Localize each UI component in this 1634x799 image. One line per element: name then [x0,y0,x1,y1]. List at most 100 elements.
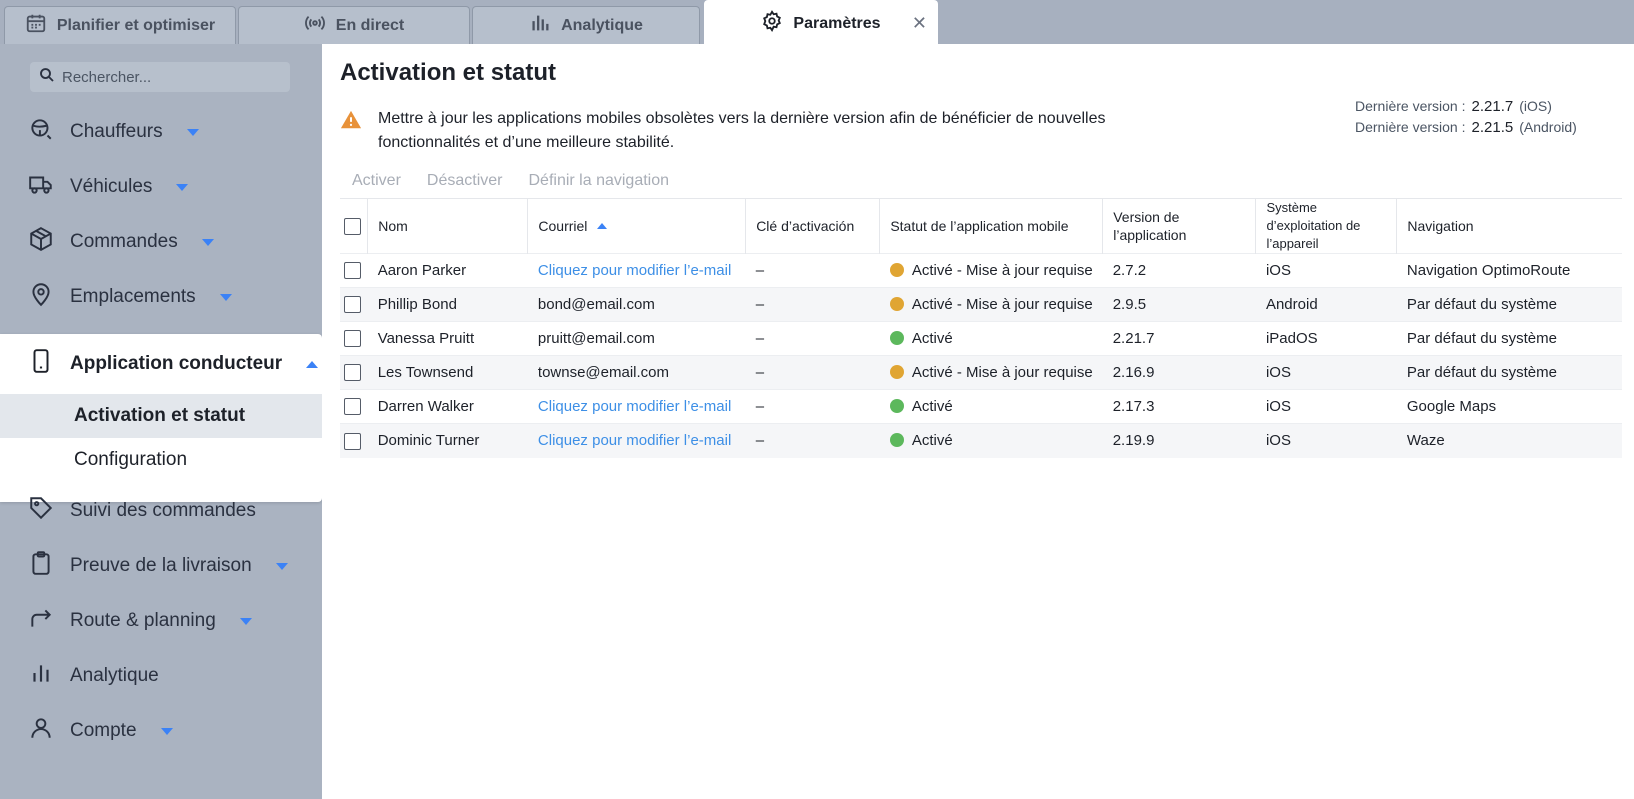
cell-navigation: Navigation OptimoRoute [1396,253,1622,288]
sidebar-item-preuve-livraison[interactable]: Preuve de la livraison [0,546,322,586]
tab-en-direct[interactable]: En direct [238,6,470,44]
chevron-down-icon [239,617,252,625]
sidebar-item-label: Véhicules [70,176,153,197]
status-dot-icon [889,263,904,277]
version-value: 2.21.5 [1471,119,1514,136]
row-checkbox[interactable] [344,262,361,280]
edit-email-link[interactable]: Cliquez pour modifier l’e-mail [527,253,746,288]
row-checkbox[interactable] [344,364,361,382]
page-title: Activation et statut [340,59,557,86]
edit-email-link[interactable]: Cliquez pour modifier l’e-mail [527,423,746,458]
tab-label: Planifier et optimiser [56,16,216,34]
sidebar-subitem-activation[interactable]: Activation et statut [0,394,322,438]
sidebar-group-application-conducteur: Application conducteur Activation et sta… [0,334,322,502]
location-pin-icon [28,281,54,313]
table-row[interactable]: Dominic Turner Cliquez pour modifier l’e-… [340,423,1622,458]
version-ios: Dernière version : 2.21.7 (iOS) [1355,96,1577,117]
cell-activation-key: – [745,321,880,356]
box-icon [28,226,54,258]
tab-label: En direct [335,16,405,34]
sidebar-item-route-planning[interactable]: Route & planning [0,601,322,641]
cell-name: Dominic Turner [367,423,528,458]
sidebar-item-commandes[interactable]: Commandes [0,222,322,262]
row-checkbox[interactable] [344,330,361,348]
cell-email: townse@email.com [527,355,746,390]
cell-activation-key: – [745,355,880,390]
sidebar-item-application-conducteur[interactable]: Application conducteur [0,334,322,394]
cell-name: Darren Walker [367,389,528,424]
column-header-courriel[interactable]: Courriel [527,198,747,254]
sidebar-item-label: Chauffeurs [70,121,163,142]
row-checkbox[interactable] [344,296,361,314]
cell-os: iOS [1255,423,1397,458]
sidebar-item-label: Application conducteur [70,353,283,374]
sidebar-subitem-configuration[interactable]: Configuration [0,438,322,482]
sidebar-item-chauffeurs[interactable]: Chauffeurs [0,112,322,152]
column-header-navigation[interactable]: Navigation [1396,198,1622,254]
sidebar-item-label: Suivi des commandes [70,500,256,521]
select-all-checkbox[interactable] [344,218,361,236]
status-text: Activé - Mise à jour requise [911,262,1093,279]
user-icon [28,715,54,747]
status-dot-icon [889,399,904,413]
cell-status: Activé - Mise à jour requise [879,287,1103,322]
tab-parametres[interactable]: Paramètres ✕ [704,0,938,46]
cell-name: Phillip Bond [367,287,528,322]
cell-email: bond@email.com [527,287,746,322]
column-header-cle[interactable]: Clé d’activación [745,198,881,254]
cell-navigation: Par défaut du système [1396,355,1622,390]
cell-os: iPadOS [1255,321,1397,356]
edit-email-link[interactable]: Cliquez pour modifier l’e-mail [527,389,746,424]
tab-analytique[interactable]: Analytique [472,6,700,44]
activate-button[interactable]: Activer [352,172,401,190]
sidebar-item-vehicules[interactable]: Véhicules [0,167,322,207]
row-checkbox[interactable] [344,432,361,450]
table-row[interactable]: Phillip Bond bond@email.com – Activé - Mise… [340,287,1622,322]
sidebar-item-emplacements[interactable]: Emplacements [0,277,322,317]
cell-activation-key: – [745,389,880,424]
chevron-down-icon [176,183,189,191]
chevron-down-icon [186,128,199,136]
drivers-table: Nom Courriel Clé d’activación Statut de … [340,198,1622,458]
table-body: Aaron Parker Cliquez pour modifier l’e-ma… [340,253,1622,458]
bar-chart-icon [529,12,551,39]
search-input[interactable] [62,68,282,86]
column-header-version[interactable]: Version de l’application [1102,198,1257,254]
row-checkbox-cell [340,423,368,458]
sidebar-item-suivi-commandes[interactable]: Suivi des commandes [0,491,322,531]
bulk-actions: Activer Désactiver Définir la navigation [352,172,669,190]
sidebar-item-analytique[interactable]: Analytique [0,656,322,696]
table-row[interactable]: Les Townsend townse@email.com – Activé - Mi… [340,355,1622,390]
tab-label: Analytique [561,16,643,34]
close-icon[interactable]: ✕ [912,13,927,34]
column-header-os[interactable]: Système d’exploitation de l’appareil [1255,198,1398,254]
row-checkbox-cell [340,389,368,424]
column-header-nom[interactable]: Nom [367,198,529,254]
cell-version: 2.9.5 [1102,287,1256,322]
set-navigation-button[interactable]: Définir la navigation [528,172,669,190]
status-dot-icon [889,365,904,379]
version-android: Dernière version : 2.21.5 (Android) [1355,117,1577,138]
cell-status: Activé - Mise à jour requise [879,253,1103,288]
cell-activation-key: – [745,423,880,458]
row-checkbox-cell [340,287,368,322]
version-label: Dernière version : [1355,98,1466,114]
row-checkbox[interactable] [344,398,361,416]
cell-os: iOS [1255,355,1397,390]
cell-version: 2.19.9 [1102,423,1256,458]
route-arrow-icon [28,605,54,637]
deactivate-button[interactable]: Désactiver [427,172,503,190]
version-platform: (iOS) [1519,98,1552,114]
tab-planifier[interactable]: Planifier et optimiser [4,6,236,44]
column-header-statut[interactable]: Statut de l’application mobile [879,198,1104,254]
cell-navigation: Par défaut du système [1396,321,1622,356]
search-box [30,62,290,92]
clipboard-icon [28,550,54,582]
cell-navigation: Par défaut du système [1396,287,1622,322]
table-row[interactable]: Aaron Parker Cliquez pour modifier l’e-ma… [340,253,1622,288]
sidebar-item-label: Compte [70,720,137,741]
table-row[interactable]: Vanessa Pruitt pruitt@email.com – Activé 2.2… [340,321,1622,356]
table-row[interactable]: Darren Walker Cliquez pour modifier l’e-m… [340,389,1622,424]
sidebar-item-compte[interactable]: Compte [0,711,322,751]
chevron-down-icon [219,293,232,301]
